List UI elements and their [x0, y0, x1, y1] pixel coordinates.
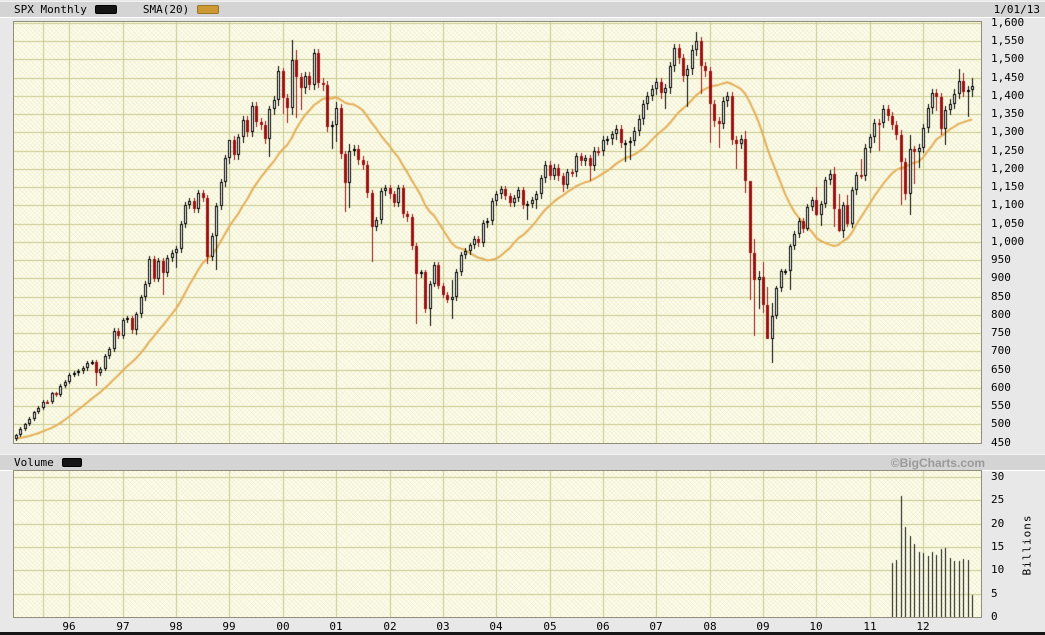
price-tick-label: 1,600 [991, 16, 1025, 29]
price-tick-label: 1,500 [991, 52, 1025, 65]
price-tick-label: 800 [991, 308, 1011, 321]
bigcharts-chart-page: SPX Monthly SMA(20) 1/01/13 1,600 1,550 1,… [0, 0, 1045, 635]
price-tick-label: 1,200 [991, 162, 1025, 175]
volume-tick-label: 30 [991, 470, 1005, 483]
candlestick-series-swatch-icon [94, 5, 117, 14]
bigcharts-copyright: ©BigCharts.com [890, 455, 985, 470]
volume-tick-label: 10 [991, 563, 1005, 576]
sma-series-swatch-icon [197, 5, 220, 14]
volume-tick-label: 25 [991, 493, 1005, 506]
price-tick-label: 1,000 [991, 235, 1025, 248]
price-chart-canvas [14, 22, 981, 443]
volume-axis-unit-label: Billions [1020, 514, 1034, 576]
price-tick-label: 1,550 [991, 34, 1025, 47]
price-tick-label: 700 [991, 344, 1011, 357]
price-tick-label: 450 [991, 436, 1011, 449]
price-chart-panel [13, 21, 982, 444]
volume-tick-label: 5 [991, 587, 998, 600]
volume-legend: Volume [14, 456, 82, 469]
volume-legend-bar: Volume ©BigCharts.com [0, 454, 1045, 471]
price-tick-label: 1,450 [991, 71, 1025, 84]
price-tick-label: 500 [991, 417, 1011, 430]
price-tick-label: 650 [991, 363, 1011, 376]
volume-label: Volume [14, 456, 54, 469]
price-tick-label: 1,250 [991, 144, 1025, 157]
price-tick-label: 600 [991, 381, 1011, 394]
price-tick-label: 1,050 [991, 217, 1025, 230]
price-tick-label: 1,350 [991, 107, 1025, 120]
price-tick-label: 550 [991, 399, 1011, 412]
volume-chart-canvas [14, 471, 981, 617]
price-tick-label: 1,150 [991, 180, 1025, 193]
price-legend-bar: SPX Monthly SMA(20) 1/01/13 [0, 1, 1045, 18]
sma-legend: SMA(20) [142, 3, 220, 16]
last-date-label: 1/01/13 [993, 3, 1040, 16]
volume-tick-label: 20 [991, 517, 1005, 530]
price-tick-label: 750 [991, 326, 1011, 339]
series-legend: SPX Monthly [14, 3, 117, 16]
price-tick-label: 1,400 [991, 89, 1025, 102]
price-tick-label: 1,100 [991, 198, 1025, 211]
price-tick-label: 1,300 [991, 125, 1025, 138]
volume-tick-label: 0 [991, 610, 998, 623]
volume-series-swatch-icon [61, 458, 82, 467]
volume-chart-panel [13, 470, 982, 618]
series-label: SPX Monthly [14, 3, 87, 16]
price-tick-label: 950 [991, 253, 1011, 266]
price-tick-label: 850 [991, 290, 1011, 303]
sma-label: SMA(20) [142, 3, 190, 16]
volume-tick-label: 15 [991, 540, 1005, 553]
price-tick-label: 900 [991, 271, 1011, 284]
